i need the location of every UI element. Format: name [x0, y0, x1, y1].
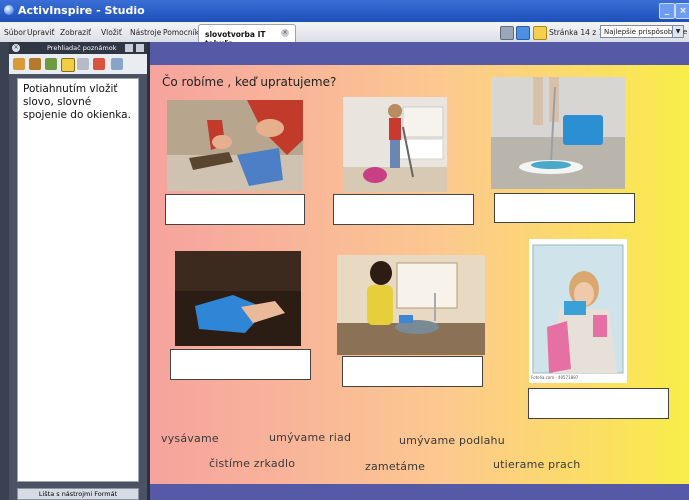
photo-vacuuming	[343, 97, 447, 192]
washing-dishes-image	[337, 255, 485, 355]
photo-cleaning-mirror: Fotolia.com · 40571887	[529, 239, 627, 383]
sweeping-image	[167, 100, 303, 191]
answer-box[interactable]	[170, 349, 311, 380]
window-title: ActivInspire - Studio	[18, 4, 145, 17]
object-browser-icon[interactable]	[45, 58, 57, 70]
answer-box[interactable]	[333, 194, 474, 225]
canvas-bottom-band	[150, 484, 689, 500]
panel-close-icon[interactable]: ×	[12, 44, 20, 52]
mopping-image	[491, 77, 625, 189]
photo-mopping	[491, 77, 625, 189]
cleaning-mirror-image	[532, 244, 624, 374]
menu-insert[interactable]: Vložiť	[101, 28, 122, 37]
answer-box[interactable]	[165, 194, 305, 225]
photo-washing-dishes	[337, 255, 485, 355]
menu-edit[interactable]: Upraviť	[27, 28, 54, 37]
page-heading: Čo robíme , keď upratujeme?	[162, 75, 337, 89]
photo-sweeping	[167, 100, 303, 191]
answer-box[interactable]	[528, 388, 669, 419]
minimize-icon[interactable]: _	[659, 3, 675, 19]
menu-bar: Súbor Upraviť Zobraziť Vložiť Nástroje P…	[0, 22, 689, 48]
panel-edge	[0, 42, 9, 500]
panel-header: × Prehliadač poznámok	[9, 42, 147, 54]
notes-browser-icon[interactable]	[61, 58, 75, 72]
activinspire-icon	[4, 5, 14, 15]
canvas-top-band	[150, 42, 689, 65]
vacuuming-image	[343, 97, 447, 192]
panel-menu-icon[interactable]	[136, 44, 144, 52]
photo-caption: Fotolia.com · 40571887	[531, 375, 579, 380]
property-browser-icon[interactable]	[77, 58, 89, 70]
title-bar: ActivInspire - Studio _ ×	[0, 0, 689, 22]
notes-icon[interactable]	[533, 26, 547, 40]
word-zametame[interactable]: zametáme	[365, 460, 425, 473]
notes-browser-panel: × Prehliadač poznámok Potiahnutím vložiť…	[9, 42, 147, 500]
dropdown-arrow-icon[interactable]: ▼	[672, 26, 683, 37]
word-umyvame-riad[interactable]: umývame riad	[269, 431, 351, 444]
word-umyvame-podlahu[interactable]: umývame podlahu	[399, 434, 505, 447]
page-icon[interactable]	[500, 26, 514, 40]
voting-browser-icon[interactable]	[111, 58, 123, 70]
action-browser-icon[interactable]	[93, 58, 105, 70]
note-text: Potiahnutím vložiť slovo, slovné spojeni…	[23, 83, 131, 121]
browser-toolbar	[9, 54, 147, 74]
answer-box[interactable]	[494, 193, 635, 223]
flipchart-canvas[interactable]: Čo robíme , keď upratujeme? Fotolia.com …	[150, 42, 689, 500]
word-vysavame[interactable]: vysávame	[161, 432, 219, 445]
dusting-image	[175, 251, 301, 346]
close-icon[interactable]: ×	[675, 3, 689, 19]
photo-dusting	[175, 251, 301, 346]
panel-pin-icon[interactable]	[125, 44, 133, 52]
menu-tools[interactable]: Nástroje	[130, 28, 161, 37]
panel-title: Prehliadač poznámok	[47, 44, 117, 52]
zoom-select[interactable]: Najlepšie prispôsobenie ▼	[600, 25, 687, 38]
menu-file[interactable]: Súbor	[4, 28, 26, 37]
tab-document[interactable]: slovotvorba IT tabuľa ×	[198, 24, 296, 48]
resource-browser-icon[interactable]	[29, 58, 41, 70]
answer-box[interactable]	[342, 356, 483, 387]
page-browser-icon[interactable]	[13, 58, 25, 70]
word-cistime-zrkadlo[interactable]: čistíme zrkadlo	[209, 457, 295, 470]
menu-help[interactable]: Pomocník	[163, 28, 199, 37]
notes-area[interactable]: Potiahnutím vložiť slovo, slovné spojeni…	[17, 78, 139, 482]
word-utierame-prach[interactable]: utierame prach	[493, 458, 580, 471]
menu-view[interactable]: Zobraziť	[60, 28, 91, 37]
grid-icon[interactable]	[516, 26, 530, 40]
close-tab-icon[interactable]: ×	[281, 29, 289, 37]
format-toolbar-button[interactable]: Lišta s nástrojmi Formát	[17, 488, 139, 500]
